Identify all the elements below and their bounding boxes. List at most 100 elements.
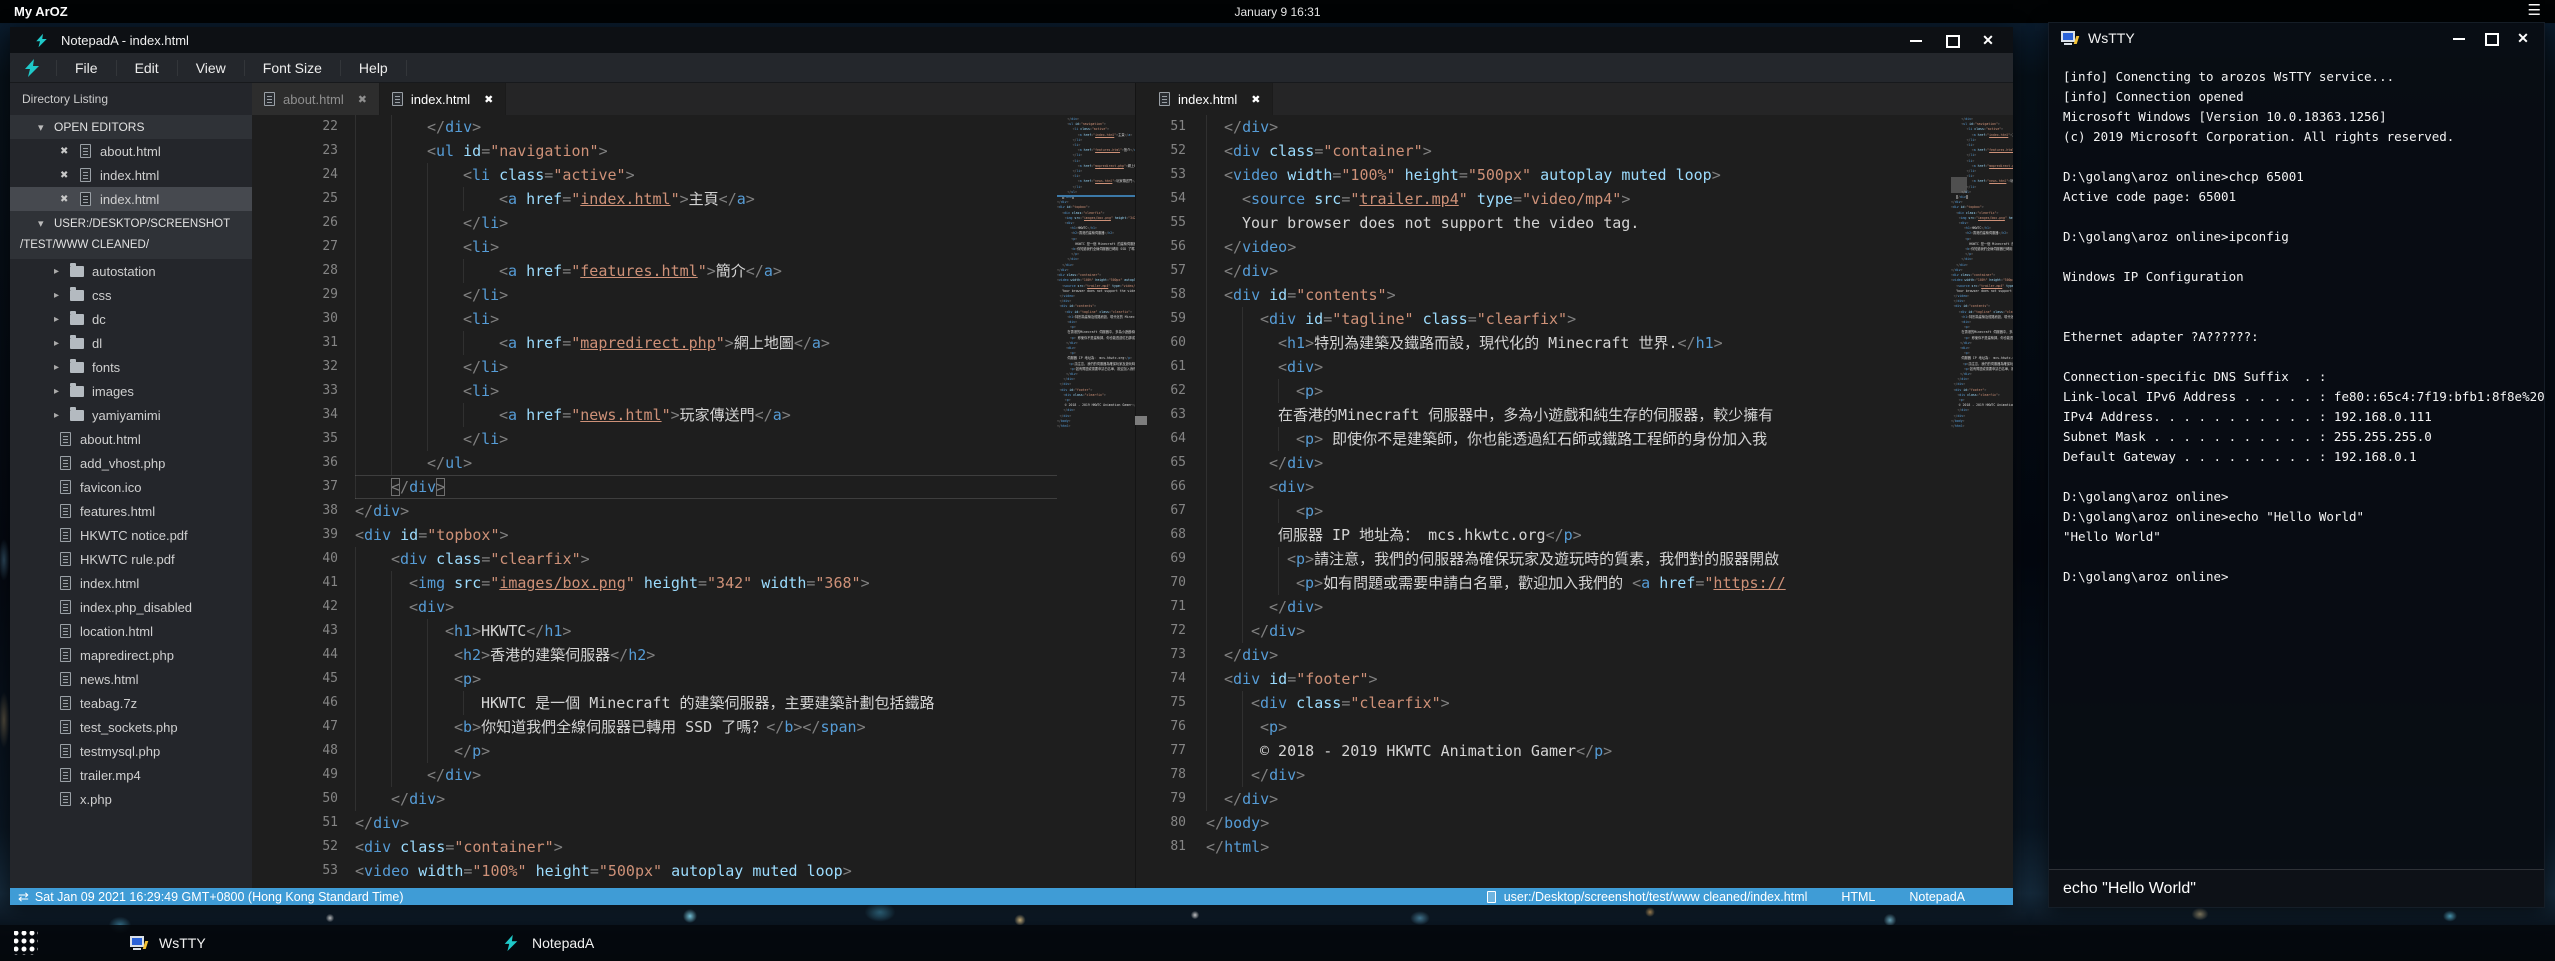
tree-file-test_sockets.php[interactable]: test_sockets.php [10,715,252,739]
minimize-button[interactable] [2452,31,2466,45]
open-editor-about.html[interactable]: ✖ about.html [10,139,252,163]
line-number: 61 [1147,355,1186,379]
tree-folder-css[interactable]: ▸css [10,283,252,307]
line-number: 22 [252,115,338,139]
close-editor-icon[interactable]: ✖ [60,146,72,157]
line-number: 72 [1147,619,1186,643]
code-editor-left[interactable]: </div><ul id="navigation"><li class="act… [352,115,1135,888]
tabbar-right: index.html✖ [1147,83,2013,115]
maximize-button[interactable] [2484,31,2498,45]
taskbar-item-notepada[interactable]: NotepadA [492,925,604,961]
tree-file-testmysql.php[interactable]: testmysql.php [10,739,252,763]
code-line-35: </li> [355,427,1135,451]
minimap-right[interactable]: </div><ul id="navigation"><li class="act… [1951,115,2013,888]
line-number: 44 [252,643,338,667]
folder-name: images [92,384,134,399]
split-drag-handle-icon[interactable] [1133,416,1147,425]
code-line-68: 伺服器 IP 地址為： mcs.hkwtc.org</p> [1206,523,2013,547]
file-icon [60,600,71,614]
menu-item-edit[interactable]: Edit [117,60,178,76]
terminal-output[interactable]: [info] Conencting to arozos WsTTY servic… [2049,53,2544,869]
tree-file-index.php_disabled[interactable]: index.php_disabled [10,595,252,619]
tree-file-x.php[interactable]: x.php [10,787,252,811]
tree-file-teabag.7z[interactable]: teabag.7z [10,691,252,715]
code-line-45: <p> [355,667,1135,691]
close-editor-icon[interactable]: ✖ [60,170,72,181]
code-editor-right[interactable]: </div><div class="container"><video widt… [1196,115,2013,888]
line-number: 41 [252,571,338,595]
tree-file-mapredirect.php[interactable]: mapredirect.php [10,643,252,667]
app-launcher-grid-icon[interactable] [14,931,38,955]
line-number: 36 [252,451,338,475]
editor-tab-index.html[interactable]: index.html✖ [380,83,506,115]
close-button[interactable]: ✕ [2516,31,2530,45]
line-number: 56 [1147,235,1186,259]
code-line-30: <li> [355,307,1135,331]
menu-item-font-size[interactable]: Font Size [245,60,341,76]
tab-close-icon[interactable]: ✖ [358,93,367,106]
tree-file-HKWTC notice.pdf[interactable]: HKWTC notice.pdf [10,523,252,547]
editor-tab-index.html[interactable]: index.html✖ [1147,83,1273,115]
tree-folder-fonts[interactable]: ▸fonts [10,355,252,379]
tree-folder-images[interactable]: ▸images [10,379,252,403]
code-line-57: </div> [1206,259,2013,283]
tree-file-add_vhost.php[interactable]: add_vhost.php [10,451,252,475]
editor-tab-about.html[interactable]: about.html✖ [252,83,380,115]
sync-icon: ⇄ [18,889,29,905]
open-editor-index.html[interactable]: ✖index.html [10,163,252,187]
tree-file-features.html[interactable]: features.html [10,499,252,523]
open-editors-section[interactable]: ▾ OPEN EDITORS [10,115,252,139]
terminal-line [2063,207,2544,227]
wstty-titlebar[interactable]: WsTTY ✕ [2049,23,2544,53]
tab-close-icon[interactable]: ✖ [484,93,493,106]
taskbar-item-wstty[interactable]: WsTTY [120,925,216,961]
file-name: HKWTC notice.pdf [80,528,188,543]
terminal-line [2063,287,2544,307]
tree-folder-autostation[interactable]: ▸autostation [10,259,252,283]
open-editor-index.html[interactable]: ✖index.html [10,187,252,211]
tree-file-news.html[interactable]: news.html [10,667,252,691]
menu-item-view[interactable]: View [178,60,245,76]
terminal-input[interactable]: echo "Hello World" [2049,869,2544,907]
line-number: 42 [252,595,338,619]
menu-item-help[interactable]: Help [341,60,407,76]
notepada-titlebar[interactable]: NotepadA - index.html ✕ [10,27,2013,53]
line-number: 55 [1147,211,1186,235]
maximize-button[interactable] [1945,33,1959,47]
tree-file-trailer.mp4[interactable]: trailer.mp4 [10,763,252,787]
code-line-66: <div> [1206,475,2013,499]
tree-file-index.html[interactable]: index.html [10,571,252,595]
minimap-slider[interactable] [1951,177,1967,193]
code-line-61: <div> [1206,355,2013,379]
editor-split-divider[interactable] [1135,83,1147,888]
file-name: about.html [100,144,161,159]
workspace-section[interactable]: ▾ USER:/DESKTOP/SCREENSHOT /TEST/WWW CLE… [10,211,252,259]
tree-file-HKWTC rule.pdf[interactable]: HKWTC rule.pdf [10,547,252,571]
chevron-down-icon: ▾ [38,121,52,134]
minimap-left[interactable]: </div><ul id="navigation"><li class="act… [1057,115,1135,888]
terminal-line: [info] Conencting to arozos WsTTY servic… [2063,67,2544,87]
tree-file-location.html[interactable]: location.html [10,619,252,643]
tab-close-icon[interactable]: ✖ [1251,93,1260,106]
tree-folder-yamiyamimi[interactable]: ▸yamiyamimi [10,403,252,427]
terminal-line [2063,147,2544,167]
tree-file-favicon.ico[interactable]: favicon.ico [10,475,252,499]
close-button[interactable]: ✕ [1981,33,1995,47]
statusbar-filepath[interactable]: user:/Desktop/screenshot/test/www cleane… [1504,890,1808,904]
notepada-menubar: FileEditViewFont SizeHelp [10,53,2013,83]
code-line-25: <a href="index.html">主頁</a> [355,187,1135,211]
terminal-line: Link-local IPv6 Address . . . . . : fe80… [2063,387,2544,407]
terminal-line: D:\golang\aroz online>echo "Hello World" [2063,507,2544,527]
hamburger-menu-icon[interactable]: ☰ [2528,1,2541,19]
code-line-74: <div id="footer"> [1206,667,2013,691]
close-editor-icon[interactable]: ✖ [60,194,72,205]
statusbar-language[interactable]: HTML [1841,890,1875,904]
tree-file-about.html[interactable]: about.html [10,427,252,451]
code-line-56: </video> [1206,235,2013,259]
menu-item-file[interactable]: File [56,60,117,76]
code-line-42: <div> [355,595,1135,619]
tree-folder-dl[interactable]: ▸dl [10,331,252,355]
code-line-81: </html> [1206,835,2013,859]
minimize-button[interactable] [1909,33,1923,47]
tree-folder-dc[interactable]: ▸dc [10,307,252,331]
